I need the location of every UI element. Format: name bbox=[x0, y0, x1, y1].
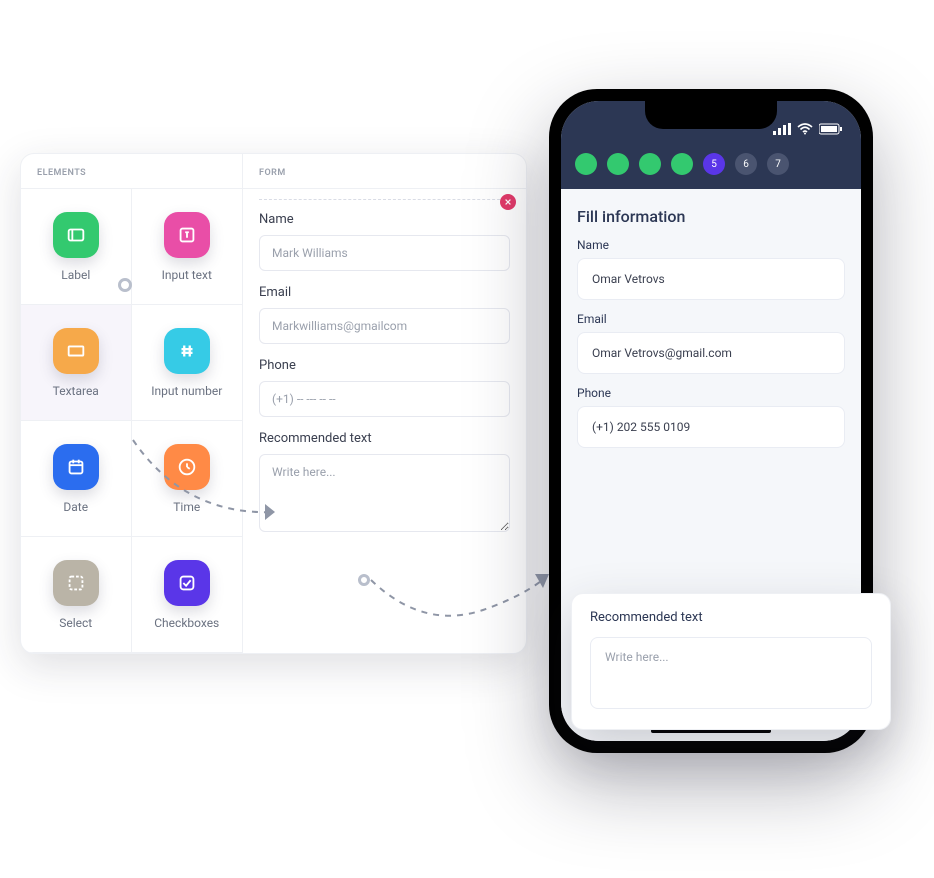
element-date[interactable]: Date bbox=[21, 421, 132, 537]
form-group-phone[interactable]: Phone bbox=[259, 358, 510, 417]
phone-phone-input[interactable] bbox=[577, 406, 845, 448]
phone-field-email: Email bbox=[577, 312, 845, 374]
form-rec-label: Recommended text bbox=[259, 431, 510, 446]
element-textarea[interactable]: Textarea bbox=[21, 305, 132, 421]
step-4 bbox=[671, 153, 693, 175]
element-textarea-label: Textarea bbox=[53, 384, 99, 398]
form-name-input[interactable] bbox=[259, 235, 510, 271]
textarea-icon bbox=[53, 328, 99, 374]
phone-email-label: Email bbox=[577, 312, 845, 326]
input-number-icon bbox=[164, 328, 210, 374]
element-checkboxes-label: Checkboxes bbox=[154, 616, 219, 630]
drag-handle-icon[interactable] bbox=[118, 278, 132, 292]
phone-notch bbox=[645, 101, 777, 129]
form-name-label: Name bbox=[259, 212, 510, 227]
select-icon bbox=[53, 560, 99, 606]
element-checkboxes[interactable]: Checkboxes bbox=[132, 537, 243, 653]
signal-icon bbox=[773, 123, 791, 135]
phone-email-input[interactable] bbox=[577, 332, 845, 374]
phone-field-name: Name bbox=[577, 238, 845, 300]
phone-name-label: Name bbox=[577, 238, 845, 252]
phone-phone-label: Phone bbox=[577, 386, 845, 400]
step-3 bbox=[639, 153, 661, 175]
element-date-label: Date bbox=[63, 500, 88, 514]
form-group-recommended[interactable]: Recommended text bbox=[259, 431, 510, 536]
elements-grid: Label Input text Textarea Input number bbox=[21, 189, 242, 653]
elements-column: ELEMENTS Label Input text Textarea bbox=[21, 154, 243, 653]
step-5[interactable]: 5 bbox=[703, 153, 725, 175]
step-7[interactable]: 7 bbox=[767, 153, 789, 175]
phone-field-phone: Phone bbox=[577, 386, 845, 448]
form-phone-input[interactable] bbox=[259, 381, 510, 417]
input-text-icon bbox=[164, 212, 210, 258]
step-2 bbox=[607, 153, 629, 175]
phone-title: Fill information bbox=[577, 207, 845, 226]
connector-handle-icon bbox=[358, 574, 370, 586]
element-select[interactable]: Select bbox=[21, 537, 132, 653]
element-input-text[interactable]: Input text bbox=[132, 189, 243, 305]
recommended-text-card[interactable]: Recommended text Write here... bbox=[571, 593, 891, 730]
time-icon bbox=[164, 444, 210, 490]
step-6[interactable]: 6 bbox=[735, 153, 757, 175]
element-input-number-label: Input number bbox=[151, 384, 222, 398]
element-time[interactable]: Time bbox=[132, 421, 243, 537]
form-group-name[interactable]: Name bbox=[259, 199, 510, 271]
form-email-label: Email bbox=[259, 285, 510, 300]
checkboxes-icon bbox=[164, 560, 210, 606]
form-column: FORM Name Email Phone Recommended text bbox=[243, 154, 526, 653]
progress-steps: 5 6 7 bbox=[561, 139, 861, 189]
element-input-number[interactable]: Input number bbox=[132, 305, 243, 421]
label-icon bbox=[53, 212, 99, 258]
date-icon bbox=[53, 444, 99, 490]
remove-field-icon[interactable] bbox=[500, 194, 516, 210]
form-rec-textarea[interactable] bbox=[259, 454, 510, 532]
wifi-icon bbox=[797, 123, 813, 135]
phone-name-input[interactable] bbox=[577, 258, 845, 300]
element-time-label: Time bbox=[173, 500, 200, 514]
rec-card-label: Recommended text bbox=[590, 610, 872, 625]
form-phone-label: Phone bbox=[259, 358, 510, 373]
element-input-text-label: Input text bbox=[162, 268, 212, 282]
form-email-input[interactable] bbox=[259, 308, 510, 344]
form-heading: FORM bbox=[243, 154, 526, 189]
rec-card-textarea[interactable]: Write here... bbox=[590, 637, 872, 709]
element-label-text: Label bbox=[61, 268, 90, 282]
step-1 bbox=[575, 153, 597, 175]
form-builder-panel: ELEMENTS Label Input text Textarea bbox=[20, 153, 527, 654]
form-group-email[interactable]: Email bbox=[259, 285, 510, 344]
elements-heading: ELEMENTS bbox=[21, 154, 242, 189]
element-label[interactable]: Label bbox=[21, 189, 132, 305]
battery-icon bbox=[819, 123, 843, 135]
element-select-label: Select bbox=[59, 616, 92, 630]
